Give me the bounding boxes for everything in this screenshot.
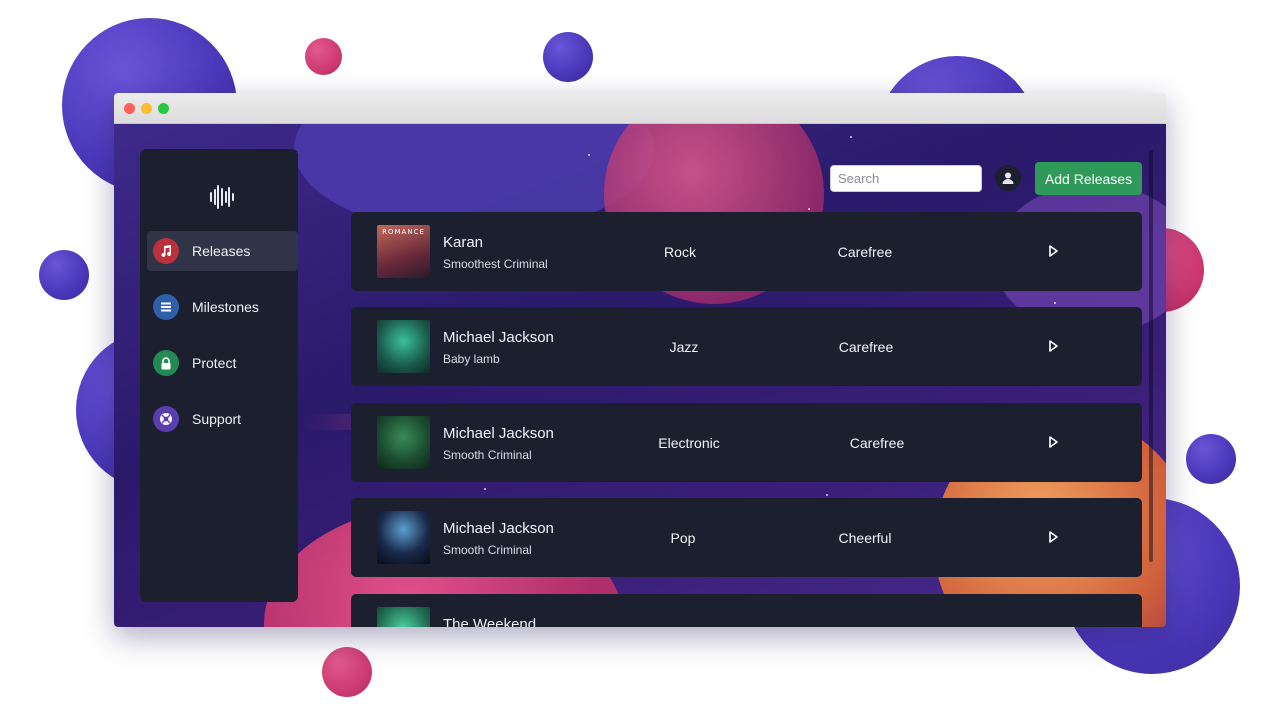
album-cover: ROMANCE	[377, 225, 430, 278]
release-mood: Cheerful	[838, 530, 892, 546]
sidebar-item-label: Protect	[192, 355, 237, 371]
decor-bubble	[39, 250, 89, 300]
play-icon[interactable]	[1048, 340, 1058, 352]
release-artist: Karan	[443, 234, 484, 251]
sidebar: Releases Milestones Protect Support	[140, 149, 298, 602]
maximize-window-button[interactable]	[158, 103, 169, 114]
background-star	[808, 208, 810, 210]
sidebar-item-label: Releases	[192, 243, 251, 259]
list-icon	[153, 294, 179, 320]
release-track: Baby lamb	[443, 352, 500, 366]
release-row[interactable]: Michael Jackson Smooth Criminal Pop Chee…	[351, 498, 1142, 577]
music-note-icon	[153, 238, 179, 264]
sidebar-item-releases[interactable]: Releases	[147, 231, 298, 271]
background-star	[484, 488, 486, 490]
decor-bubble	[305, 38, 342, 75]
background-star	[588, 154, 590, 156]
release-artist: Michael Jackson	[443, 329, 554, 346]
soundwave-icon	[210, 185, 234, 209]
close-window-button[interactable]	[124, 103, 135, 114]
play-icon[interactable]	[1048, 245, 1058, 257]
sidebar-item-label: Support	[192, 411, 242, 427]
album-cover	[377, 511, 430, 564]
stage: Releases Milestones Protect Support Sear…	[0, 0, 1280, 720]
cover-title: ROMANCE	[382, 228, 425, 236]
play-icon[interactable]	[1048, 531, 1058, 543]
release-track: Smoothest Criminal	[443, 257, 548, 271]
sidebar-item-milestones[interactable]: Milestones	[147, 287, 298, 327]
release-mood: Carefree	[838, 339, 894, 355]
scrollbar[interactable]	[1149, 150, 1153, 562]
release-artist: Michael Jackson	[443, 425, 554, 442]
sidebar-item-protect[interactable]: Protect	[147, 343, 298, 383]
app-content: Releases Milestones Protect Support Sear…	[114, 124, 1166, 627]
add-releases-button[interactable]: Add Releases	[1035, 162, 1142, 195]
decor-bubble	[1186, 434, 1236, 484]
release-row[interactable]: Michael Jackson Smooth Criminal Electron…	[351, 403, 1142, 482]
background-star	[1054, 302, 1056, 304]
sidebar-item-label: Milestones	[192, 299, 259, 315]
release-genre: Electronic	[658, 435, 720, 451]
release-genre: Pop	[670, 530, 696, 546]
release-row[interactable]: Michael Jackson Baby lamb Jazz Carefree	[351, 307, 1142, 386]
release-track: Smooth Criminal	[443, 448, 532, 462]
background-star	[826, 494, 828, 496]
user-icon[interactable]	[995, 165, 1021, 191]
decor-bubble	[543, 32, 593, 82]
release-genre: Jazz	[669, 339, 699, 355]
lifebuoy-icon	[153, 406, 179, 432]
app-window: Releases Milestones Protect Support Sear…	[114, 93, 1166, 627]
album-cover	[377, 607, 430, 627]
background-star	[850, 136, 852, 138]
album-cover	[377, 320, 430, 373]
album-cover	[377, 416, 430, 469]
sidebar-item-support[interactable]: Support	[147, 399, 298, 439]
decor-bubble	[322, 647, 372, 697]
release-row[interactable]: ROMANCE Karan Smoothest Criminal Rock Ca…	[351, 212, 1142, 291]
lock-icon	[153, 350, 179, 376]
release-row[interactable]: The Weekend	[351, 594, 1142, 627]
minimize-window-button[interactable]	[141, 103, 152, 114]
play-icon[interactable]	[1048, 436, 1058, 448]
search-input[interactable]	[830, 165, 982, 192]
release-mood: Carefree	[837, 244, 893, 260]
release-mood: Carefree	[849, 435, 905, 451]
release-genre: Rock	[664, 244, 696, 260]
release-artist: Michael Jackson	[443, 520, 554, 537]
release-track: Smooth Criminal	[443, 543, 532, 557]
release-artist: The Weekend	[443, 616, 537, 627]
title-bar	[114, 93, 1166, 124]
